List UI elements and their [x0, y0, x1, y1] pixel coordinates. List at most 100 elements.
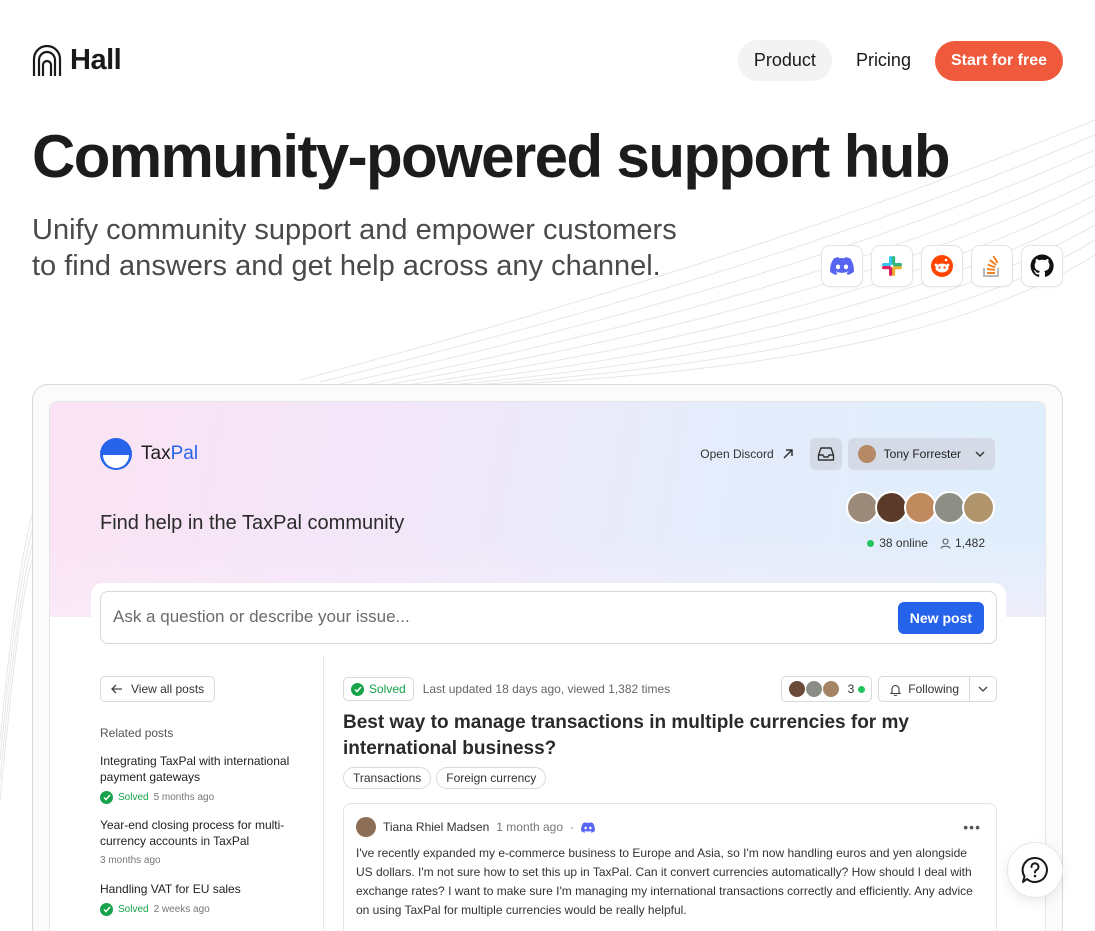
- post-body: I've recently expanded my e-commerce bus…: [356, 846, 973, 917]
- search-input[interactable]: Ask a question or describe your issue...: [113, 607, 410, 627]
- search-box[interactable]: Ask a question or describe your issue...…: [100, 591, 997, 644]
- bell-icon: [889, 684, 902, 696]
- online-member-avatars: [846, 491, 995, 524]
- start-for-free-button[interactable]: Start for free: [934, 40, 1063, 81]
- community-heading: Find help in the TaxPal community: [100, 512, 405, 534]
- open-discord-link[interactable]: Open Discord: [700, 447, 793, 461]
- avatar: [787, 680, 806, 698]
- related-post-title: Handling VAT for EU sales: [100, 882, 241, 896]
- post-tags: Transactions Foreign currency: [343, 767, 547, 789]
- view-all-posts-label: View all posts: [131, 682, 205, 696]
- viewers-count: 3: [847, 682, 855, 696]
- author-avatar: [356, 817, 376, 837]
- hall-logo-icon: [32, 44, 62, 76]
- brand-name: Hall: [70, 44, 122, 76]
- taxpal-brand-first: Tax: [141, 443, 171, 464]
- related-post-time: 3 months ago: [100, 855, 161, 866]
- online-count: 38 online: [867, 536, 928, 550]
- taxpal-app-preview: TaxPal Open Discord Tony Forrester Find …: [49, 401, 1046, 931]
- stackoverflow-icon[interactable]: [971, 245, 1013, 287]
- online-dot: [867, 540, 875, 547]
- user-name: Tony Forrester: [883, 447, 961, 461]
- view-all-posts-button[interactable]: View all posts: [100, 676, 216, 702]
- member-count: 1,482: [940, 536, 985, 550]
- status-label: Solved: [369, 682, 406, 696]
- post-author-row: Tiana Rhiel Madsen 1 month ago ·: [356, 817, 982, 837]
- tag[interactable]: Transactions: [343, 767, 432, 789]
- related-post-meta: Solved 5 months ago: [100, 791, 310, 804]
- avatar: [804, 680, 823, 698]
- solved-label: Solved: [118, 792, 149, 803]
- related-post[interactable]: Integrating TaxPal with international pa…: [100, 753, 310, 804]
- taxpal-brand-second: Pal: [170, 443, 199, 464]
- taxpal-brand: TaxPal: [141, 443, 198, 465]
- check-icon: [351, 682, 364, 696]
- user-menu-button[interactable]: Tony Forrester: [847, 438, 995, 470]
- hero-subtitle: Unify community support and empower cust…: [32, 214, 677, 282]
- related-post-title: Integrating TaxPal with international pa…: [100, 754, 290, 784]
- avatar: [962, 491, 995, 524]
- person-icon: [940, 537, 951, 549]
- inbox-icon: [817, 447, 834, 461]
- solved-label: Solved: [118, 904, 149, 915]
- nav-pricing[interactable]: Pricing: [840, 40, 927, 81]
- post-meta-row: Solved Last updated 18 days ago, viewed …: [343, 676, 997, 702]
- hall-logo[interactable]: Hall: [32, 44, 122, 77]
- post-card: Tiana Rhiel Madsen 1 month ago · ••• I'v…: [343, 803, 997, 931]
- user-avatar: [857, 445, 876, 463]
- help-chat-icon: [1021, 856, 1048, 883]
- inbox-button[interactable]: [809, 438, 842, 470]
- following-menu-toggle[interactable]: [970, 677, 996, 701]
- discord-icon: [581, 821, 595, 833]
- avatar: [821, 680, 840, 698]
- post-updated-text: Last updated 18 days ago, viewed 1,382 t…: [422, 682, 671, 696]
- help-chat-button[interactable]: [1007, 842, 1063, 898]
- sidebar: View all posts Related posts Integrating…: [50, 643, 324, 931]
- meta-separator: ·: [570, 820, 574, 834]
- post-time: 1 month ago: [496, 820, 563, 834]
- open-discord-label: Open Discord: [700, 447, 774, 461]
- chevron-down-icon: [978, 686, 988, 692]
- online-dot: [858, 685, 866, 693]
- member-count-label: 1,482: [954, 536, 985, 550]
- check-icon: [100, 791, 113, 804]
- reddit-icon[interactable]: [921, 245, 963, 287]
- following-toggle[interactable]: Following: [879, 677, 970, 701]
- search-container: Ask a question or describe your issue...…: [91, 583, 1006, 655]
- post-title: Best way to manage transactions in multi…: [343, 712, 909, 759]
- related-post-time: 2 weeks ago: [153, 904, 210, 915]
- following-button[interactable]: Following: [878, 676, 997, 702]
- community-stats: 38 online 1,482: [867, 536, 985, 550]
- viewers-indicator[interactable]: 3: [780, 676, 873, 702]
- taxpal-logo-icon: [100, 438, 132, 470]
- nav-product[interactable]: Product: [737, 40, 832, 81]
- arrow-up-right-icon: [783, 449, 793, 459]
- taxpal-logo[interactable]: TaxPal: [100, 438, 198, 470]
- related-post[interactable]: Year-end closing process for multi-curre…: [100, 817, 310, 866]
- hero-title: Community-powered support hub: [32, 123, 950, 190]
- related-post-meta: Solved 2 weeks ago: [100, 903, 310, 916]
- online-count-label: 38 online: [879, 536, 928, 550]
- new-post-button[interactable]: New post: [897, 602, 984, 634]
- related-posts-heading: Related posts: [100, 726, 174, 740]
- related-post-title: Year-end closing process for multi-curre…: [100, 818, 285, 848]
- more-options-icon[interactable]: •••: [963, 819, 981, 835]
- top-nav: Product Pricing Start for free: [737, 40, 1063, 81]
- status-badge: Solved: [343, 677, 414, 701]
- following-label: Following: [908, 682, 959, 696]
- app-top-actions: Open Discord Tony Forrester: [700, 438, 995, 470]
- discord-icon[interactable]: [821, 245, 863, 287]
- github-icon[interactable]: [1021, 245, 1063, 287]
- check-icon: [100, 903, 113, 916]
- channel-icons: [821, 245, 1063, 287]
- tag[interactable]: Foreign currency: [436, 767, 547, 789]
- follow-group: 3 Following: [780, 676, 997, 702]
- chevron-down-icon: [975, 451, 985, 457]
- author-name[interactable]: Tiana Rhiel Madsen: [383, 820, 489, 834]
- related-post-time: 5 months ago: [153, 792, 215, 803]
- related-post-meta: 3 months ago: [100, 855, 310, 866]
- related-post[interactable]: Handling VAT for EU sales Solved 2 weeks…: [100, 881, 310, 916]
- slack-icon[interactable]: [871, 245, 913, 287]
- post-detail: Solved Last updated 18 days ago, viewed …: [343, 643, 997, 931]
- arrow-left-icon: [111, 684, 122, 694]
